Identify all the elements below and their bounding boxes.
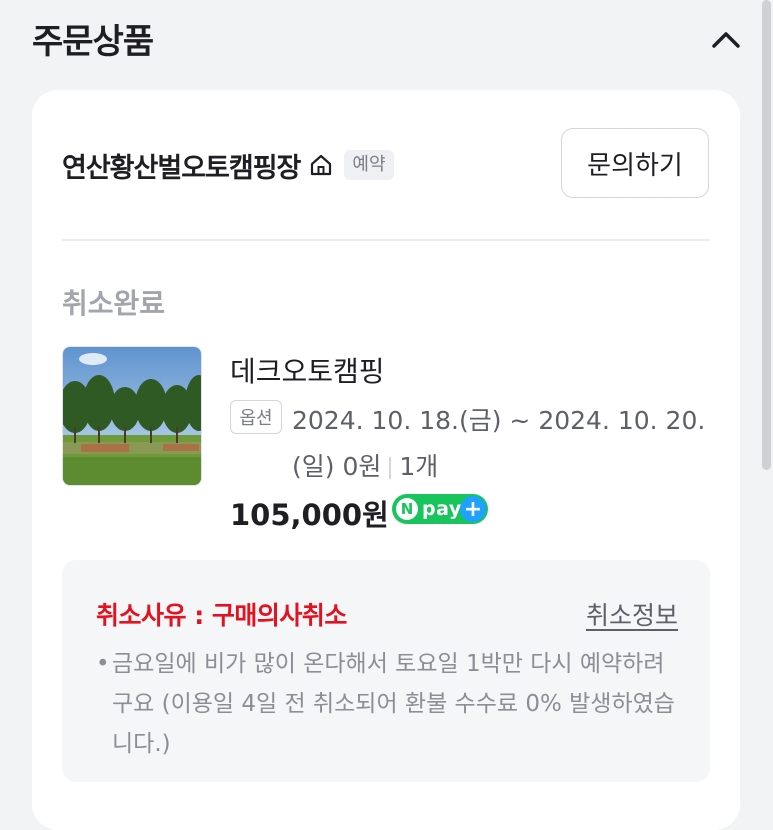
npay-label: pay (422, 498, 462, 520)
home-icon[interactable] (308, 152, 334, 178)
cancellation-info-link[interactable]: 취소정보 (586, 596, 678, 632)
npay-plus-badge[interactable]: N pay + (392, 494, 488, 524)
order-items-header: 주문상품 (0, 0, 773, 80)
price: 105,000원 (230, 498, 389, 532)
bullet: • (96, 651, 110, 677)
divider (62, 239, 710, 241)
inquiry-button[interactable]: 문의하기 (561, 128, 709, 198)
option-value: 2024. 10. 18.(금) ~ 2024. 10. 20.(일) 0원 (292, 406, 706, 481)
product-name[interactable]: 데크오토캠핑 (230, 350, 385, 390)
product-thumbnail[interactable] (62, 346, 202, 486)
cancellation-note: • 금요일에 비가 많이 온다해서 토요일 1박만 다시 예약하려구요 (이용일… (96, 644, 682, 764)
npay-n-icon: N (396, 498, 418, 520)
order-status: 취소완료 (62, 287, 166, 320)
quantity: 1개 (399, 452, 439, 481)
order-card: 연산황산벌오토캠핑장 예약 문의하기 취소완료 데크오토캠핑 옵션 2024. … (32, 90, 740, 830)
cancellation-note-text: 금요일에 비가 많이 온다해서 토요일 1박만 다시 예약하려구요 (이용일 4… (112, 651, 675, 757)
store-name[interactable]: 연산황산벌오토캠핑장 (62, 146, 301, 185)
store-row: 연산황산벌오토캠핑장 예약 (62, 145, 394, 185)
cancellation-box: 취소사유 : 구매의사취소 취소정보 • 금요일에 비가 많이 온다해서 토요일… (62, 560, 710, 782)
separator (389, 457, 392, 479)
collapse-button[interactable] (706, 22, 746, 58)
option-tag: 옵션 (230, 400, 282, 434)
section-title: 주문상품 (32, 22, 154, 62)
reservation-badge: 예약 (344, 150, 394, 180)
cancellation-reason: 취소사유 : 구매의사취소 (96, 601, 347, 630)
scrollbar[interactable] (762, 0, 771, 470)
chevron-up-icon (712, 32, 740, 48)
campsite-image (63, 347, 201, 485)
option-details: 2024. 10. 18.(금) ~ 2024. 10. 20.(일) 0원 1개 (292, 398, 712, 490)
npay-plus-icon: + (460, 496, 486, 522)
